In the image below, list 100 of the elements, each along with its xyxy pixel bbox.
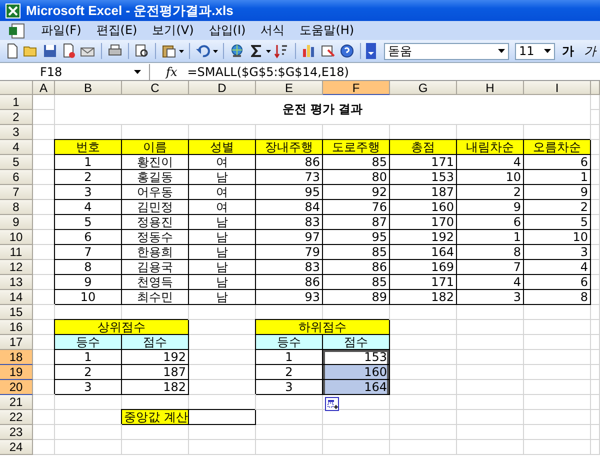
column-heading: 총점 <box>390 140 457 155</box>
sort-icon[interactable] <box>274 43 290 59</box>
table-cell: 164 <box>390 245 457 260</box>
table-cell: 5 <box>524 215 591 230</box>
table-cell: 남 <box>189 215 256 230</box>
table-cell: 천영득 <box>122 275 189 290</box>
table-cell: 85 <box>323 155 390 170</box>
document-icon[interactable] <box>8 22 26 38</box>
column-header[interactable]: H <box>457 81 524 95</box>
table-cell: 89 <box>323 290 390 305</box>
row-header[interactable]: 15 <box>0 305 33 320</box>
window-title: Microsoft Excel - 운전평가결과.xls <box>26 2 234 20</box>
table-cell: 1 <box>457 230 524 245</box>
row-header[interactable]: 12 <box>0 260 33 275</box>
caret-icon[interactable] <box>213 50 218 52</box>
save-icon[interactable] <box>42 43 58 59</box>
menu-item[interactable]: 보기(V) <box>152 22 194 39</box>
table-cell: 3 <box>524 245 591 260</box>
row-header[interactable]: 22 <box>0 410 33 425</box>
column-header[interactable]: A <box>33 81 55 95</box>
row-header[interactable]: 24 <box>0 440 33 455</box>
table-cell: 남 <box>189 170 256 185</box>
table-cell: 192 <box>122 350 189 365</box>
menu-item[interactable]: 도움말(H) <box>300 22 354 39</box>
row-header[interactable]: 17 <box>0 335 33 350</box>
table-cell: 83 <box>256 215 323 230</box>
table-cell: 164 <box>323 380 390 395</box>
font-name-dropdown[interactable]: 돋움 <box>384 42 509 60</box>
table-cell: 3 <box>256 380 323 395</box>
table-cell: 4 <box>457 275 524 290</box>
table-cell: 9 <box>524 185 591 200</box>
row-header[interactable]: 4 <box>0 140 33 155</box>
permission-icon[interactable] <box>61 43 77 59</box>
row-header[interactable]: 21 <box>0 395 33 410</box>
table-cell: 6 <box>55 230 122 245</box>
dropdown-arrow-icon <box>544 49 551 53</box>
menu-item[interactable]: 편집(E) <box>96 22 138 39</box>
row-header[interactable]: 18 <box>0 350 33 365</box>
row-header[interactable]: 14 <box>0 290 33 305</box>
menu-item[interactable]: 파일(F) <box>41 22 82 39</box>
row-header[interactable]: 1 <box>0 95 33 110</box>
row-header[interactable]: 11 <box>0 245 33 260</box>
row-header[interactable]: 2 <box>0 110 33 125</box>
drawing-icon[interactable] <box>320 43 336 59</box>
column-header[interactable]: D <box>189 81 256 95</box>
table-cell: 남 <box>189 245 256 260</box>
table-cell: 1 <box>55 155 122 170</box>
row-header[interactable]: 20 <box>0 380 33 395</box>
table-cell: 여 <box>189 155 256 170</box>
toolbar-options-icon[interactable] <box>366 43 376 59</box>
row-header[interactable]: 23 <box>0 425 33 440</box>
undo-icon[interactable] <box>195 43 211 59</box>
table-cell: 85 <box>323 245 390 260</box>
table-cell: 160 <box>390 200 457 215</box>
menu-item[interactable]: 삽입(I) <box>208 22 246 39</box>
row-header[interactable]: 6 <box>0 170 33 185</box>
column-header[interactable]: G <box>390 81 457 95</box>
italic-button[interactable]: 가 <box>581 42 599 60</box>
column-header[interactable]: B <box>55 81 122 95</box>
table-cell: 2 <box>55 365 122 380</box>
insert-function-button[interactable]: fx <box>166 64 178 78</box>
table-cell: 3 <box>55 380 122 395</box>
row-header[interactable]: 3 <box>0 125 33 140</box>
bold-button[interactable]: 가 <box>559 42 577 60</box>
sigma-icon[interactable] <box>248 43 264 59</box>
row-header[interactable]: 5 <box>0 155 33 170</box>
table-cell: 86 <box>323 260 390 275</box>
name-box[interactable]: F18 <box>0 64 150 80</box>
table-cell: 남 <box>189 260 256 275</box>
auto-fill-options-icon[interactable] <box>325 397 339 411</box>
menu-item[interactable]: 서식 <box>260 22 285 39</box>
row-header[interactable]: 9 <box>0 215 33 230</box>
help-icon[interactable] <box>339 43 355 59</box>
table-cell: 93 <box>256 290 323 305</box>
formula-field[interactable]: =SMALL($G$5:$G$14,E18) <box>187 64 349 78</box>
font-size-dropdown[interactable]: 11 <box>515 42 555 60</box>
caret-icon[interactable] <box>266 50 271 52</box>
column-header[interactable]: F <box>323 81 390 95</box>
column-heading: 오름차순 <box>524 140 591 155</box>
caret-icon[interactable] <box>179 50 184 52</box>
table-cell: 83 <box>256 260 323 275</box>
globe-icon[interactable] <box>229 43 245 59</box>
column-header[interactable]: C <box>122 81 189 95</box>
input-cell[interactable] <box>189 410 256 425</box>
research-icon[interactable] <box>134 43 150 59</box>
table-cell: 6 <box>524 275 591 290</box>
column-header[interactable]: I <box>524 81 591 95</box>
row-header[interactable]: 13 <box>0 275 33 290</box>
spreadsheet-icon <box>5 2 21 18</box>
row-header[interactable]: 8 <box>0 200 33 215</box>
row-header[interactable]: 19 <box>0 365 33 380</box>
row-header[interactable]: 7 <box>0 185 33 200</box>
row-header[interactable]: 10 <box>0 230 33 245</box>
paste-icon[interactable] <box>161 43 177 59</box>
table-cell: 79 <box>256 245 323 260</box>
column-heading: 등수 <box>55 335 122 350</box>
table-cell: 정용진 <box>122 215 189 230</box>
row-header[interactable]: 16 <box>0 320 33 335</box>
column-header[interactable]: E <box>256 81 323 95</box>
chart-icon[interactable] <box>301 43 317 59</box>
